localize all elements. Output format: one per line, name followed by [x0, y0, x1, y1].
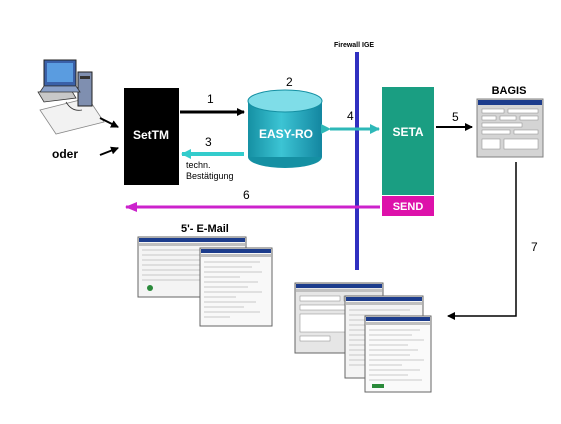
bagis-label: BAGIS — [492, 85, 527, 97]
seta-label: SETA — [392, 125, 423, 139]
email-label: 5'- E-Mail — [181, 223, 229, 235]
bestaetigung-label: Bestätigung — [186, 171, 234, 181]
easy-ro-label: EASY-RO — [259, 127, 313, 141]
step-7-label: 7 — [531, 240, 538, 254]
workflow-diagram: oder SetTM 1 EASY-RO 2 3 techn. Bestätig… — [37, 42, 544, 393]
firewall-label: Firewall IGE — [334, 42, 374, 49]
step-6-label: 6 — [243, 188, 250, 202]
email-screenshots — [137, 236, 273, 327]
step-2-label: 2 — [286, 75, 293, 89]
oder-label: oder — [52, 147, 78, 161]
send-label: SEND — [393, 201, 424, 213]
arrow-oder-to-settm — [99, 146, 119, 156]
computer-icon — [37, 59, 105, 135]
step-3-label: 3 — [205, 135, 212, 149]
firewall-line — [355, 52, 359, 270]
bagis-window-thumbnail — [476, 98, 544, 158]
techn-label: techn. — [186, 160, 211, 170]
seta-box — [382, 87, 434, 195]
arrow-7 — [447, 162, 517, 320]
settm-label: SetTM — [133, 128, 169, 142]
step-1-label: 1 — [207, 92, 214, 106]
step-4-label: 4 — [347, 109, 354, 123]
document-screenshots — [294, 282, 432, 393]
step-5-label: 5 — [452, 110, 459, 124]
